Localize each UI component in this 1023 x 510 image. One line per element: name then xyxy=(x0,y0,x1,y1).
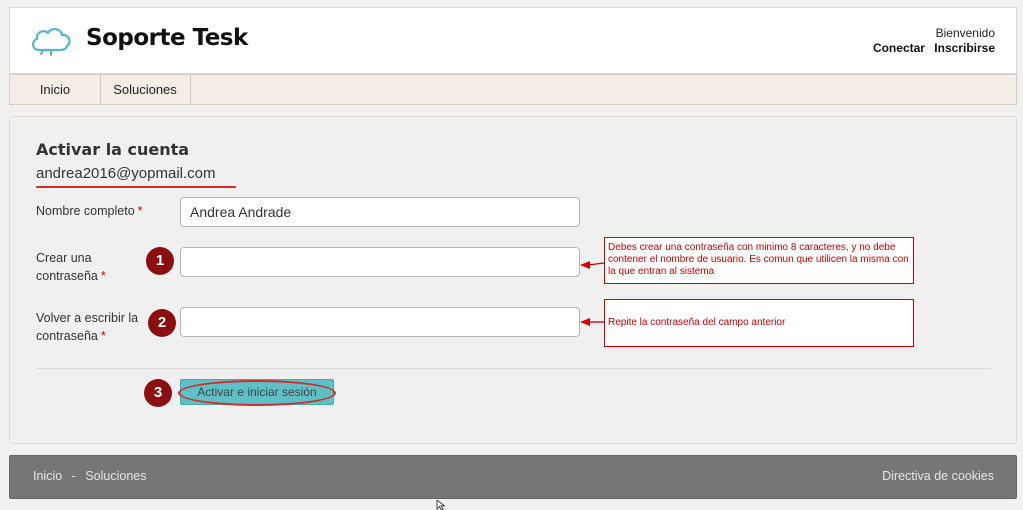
site-footer: Inicio - Soluciones Directiva de cookies xyxy=(9,455,1017,499)
footer-separator: - xyxy=(71,469,76,483)
footer-link-soluciones[interactable]: Soluciones xyxy=(85,469,146,483)
annotation-arrows xyxy=(580,261,605,326)
footer-links: Inicio - Soluciones xyxy=(33,469,146,483)
cookie-policy-link[interactable]: Directiva de cookies xyxy=(882,469,994,483)
footer-link-inicio[interactable]: Inicio xyxy=(33,469,62,483)
